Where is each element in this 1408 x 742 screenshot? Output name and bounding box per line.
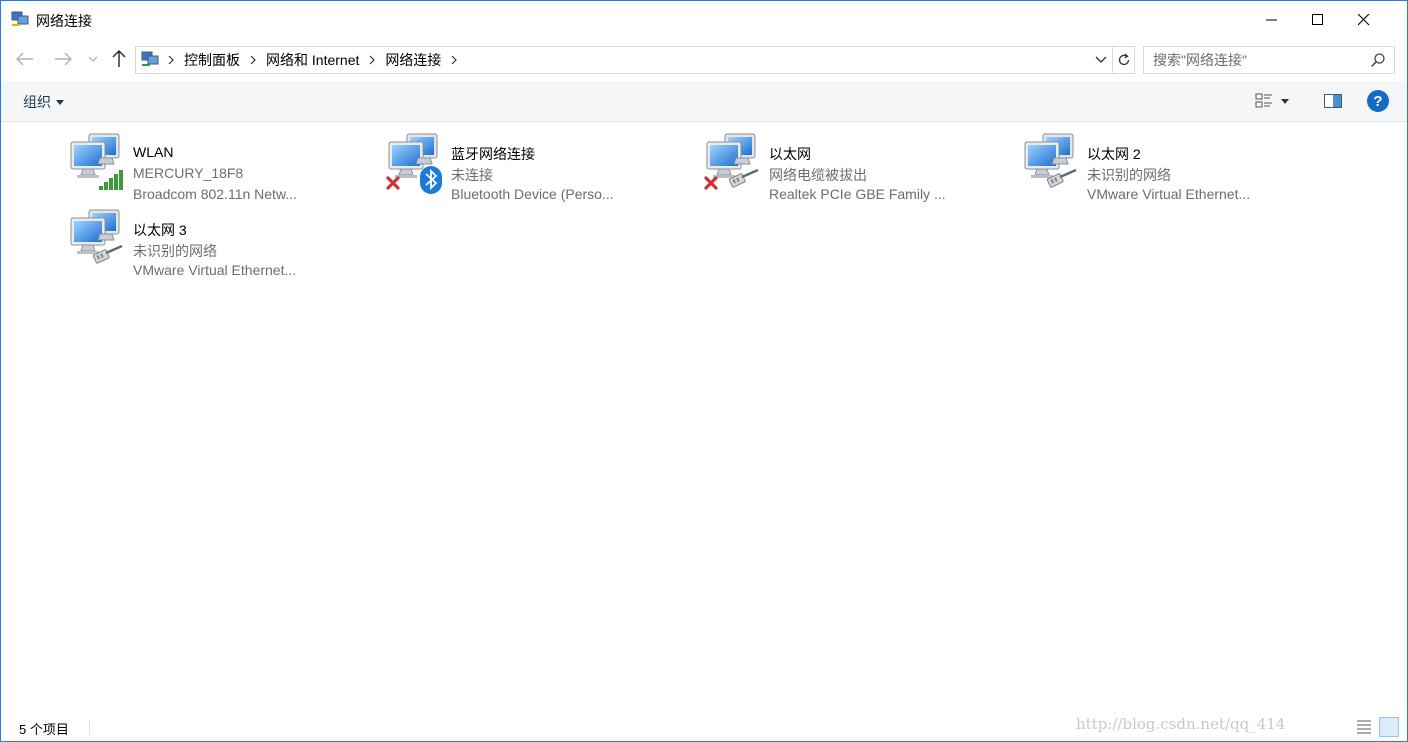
ethernet-cable-icon	[727, 168, 760, 189]
connection-device: VMware Virtual Ethernet...	[1087, 186, 1251, 202]
minimize-icon	[1266, 19, 1277, 21]
forward-arrow-icon	[55, 52, 72, 66]
up-arrow-icon	[112, 50, 126, 67]
wireless-network-icon	[70, 133, 123, 190]
search-icon[interactable]	[1370, 52, 1386, 68]
connection-ethernet-2[interactable]: 以太网 2 未识别的网络 VMware Virtual Ethernet...	[1021, 130, 1321, 202]
preview-pane-icon	[1324, 94, 1342, 108]
chevron-down-icon	[1095, 56, 1107, 63]
close-button[interactable]	[1341, 1, 1387, 39]
recent-locations-button[interactable]	[83, 47, 103, 71]
connection-name: 以太网	[769, 146, 811, 162]
item-count: 5 个项目	[19, 722, 69, 737]
ethernet-network-icon	[1024, 133, 1078, 189]
status-divider	[89, 719, 90, 735]
forward-button[interactable]	[51, 47, 75, 71]
breadcrumb-network-internet[interactable]: 网络和 Internet	[262, 50, 363, 70]
address-history-button[interactable]	[1090, 47, 1112, 73]
minimize-button[interactable]	[1249, 1, 1295, 39]
back-arrow-icon	[16, 52, 33, 66]
connection-status: 未识别的网络	[1087, 167, 1171, 183]
maximize-button[interactable]	[1295, 1, 1341, 39]
disconnected-icon	[704, 176, 718, 190]
ethernet-cable-icon	[91, 244, 124, 265]
refresh-button[interactable]	[1112, 47, 1135, 73]
back-button[interactable]	[13, 47, 37, 71]
signal-bars-icon	[99, 170, 123, 190]
caret-down-icon[interactable]	[1281, 98, 1289, 104]
status-bar: 5 个项目 http://blog.csdn.net/qq_414	[1, 712, 1407, 741]
large-icons-view-icon[interactable]	[1379, 717, 1399, 737]
up-button[interactable]	[107, 47, 131, 71]
bluetooth-network-icon	[386, 133, 442, 194]
disconnected-icon	[386, 176, 400, 190]
preview-pane-button[interactable]	[1322, 91, 1344, 111]
connection-device: Bluetooth Device (Perso...	[451, 186, 614, 202]
connection-device: Realtek PCIe GBE Family ...	[769, 186, 946, 202]
view-options-icon	[1255, 93, 1272, 108]
connections-list: WLAN MERCURY_18F8 Broadcom 802.11n Netw.…	[1, 122, 1407, 712]
ethernet-network-icon	[70, 209, 124, 265]
close-icon	[1358, 14, 1370, 26]
details-view-icon[interactable]	[1356, 718, 1372, 734]
connection-device: VMware Virtual Ethernet...	[133, 262, 297, 278]
caret-down-icon	[56, 99, 64, 105]
breadcrumb-network-connections[interactable]: 网络连接	[381, 50, 445, 70]
connection-ethernet-3[interactable]: 以太网 3 未识别的网络 VMware Virtual Ethernet...	[67, 206, 367, 278]
organize-label: 组织	[23, 94, 51, 110]
ethernet-network-icon	[704, 133, 760, 190]
organize-button[interactable]: 组织	[23, 92, 64, 112]
maximize-icon	[1312, 14, 1323, 25]
network-connections-icon	[141, 51, 159, 66]
connection-status: 未识别的网络	[133, 243, 217, 259]
connection-device: Broadcom 802.11n Netw...	[133, 186, 297, 202]
search-input[interactable]	[1144, 47, 1371, 73]
watermark: http://blog.csdn.net/qq_414	[1076, 715, 1286, 733]
refresh-icon	[1118, 53, 1130, 66]
breadcrumb: 控制面板 网络和 Internet 网络连接	[162, 47, 463, 73]
connection-name: 蓝牙网络连接	[451, 146, 535, 162]
bluetooth-icon	[420, 166, 442, 194]
chevron-right-icon[interactable]	[363, 55, 381, 65]
connection-wlan[interactable]: WLAN MERCURY_18F8 Broadcom 802.11n Netw.…	[67, 130, 367, 202]
chevron-down-icon	[88, 56, 98, 62]
chevron-right-icon[interactable]	[162, 55, 180, 65]
connection-status: MERCURY_18F8	[133, 165, 244, 181]
connection-status: 未连接	[451, 167, 493, 183]
title-bar: 网络连接	[1, 1, 1407, 39]
chevron-right-icon[interactable]	[244, 55, 262, 65]
change-view-button[interactable]	[1255, 91, 1299, 111]
chevron-right-icon[interactable]	[445, 55, 463, 65]
explorer-window: 网络连接 控制面板 网络和 Internet 网络连接 搜索"网络连接" 组织 …	[0, 0, 1408, 742]
connection-name: 以太网 3	[133, 222, 187, 238]
connection-name: WLAN	[133, 144, 174, 160]
network-connections-icon	[11, 11, 29, 26]
window-title: 网络连接	[36, 13, 92, 29]
connection-bluetooth[interactable]: 蓝牙网络连接 未连接 Bluetooth Device (Perso...	[385, 130, 685, 202]
command-bar: 组织 ?	[1, 81, 1407, 122]
ethernet-cable-icon	[1045, 168, 1078, 189]
help-button[interactable]: ?	[1367, 90, 1389, 112]
breadcrumb-control-panel[interactable]: 控制面板	[180, 50, 244, 70]
navigation-bar: 控制面板 网络和 Internet 网络连接	[1, 39, 1407, 81]
connection-name: 以太网 2	[1087, 146, 1141, 162]
connection-status: 网络电缆被拔出	[769, 167, 867, 183]
address-bar[interactable]: 控制面板 网络和 Internet 网络连接	[135, 46, 1135, 74]
search-box[interactable]	[1143, 46, 1395, 74]
connection-ethernet[interactable]: 以太网 网络电缆被拔出 Realtek PCIe GBE Family ...	[703, 130, 1003, 202]
